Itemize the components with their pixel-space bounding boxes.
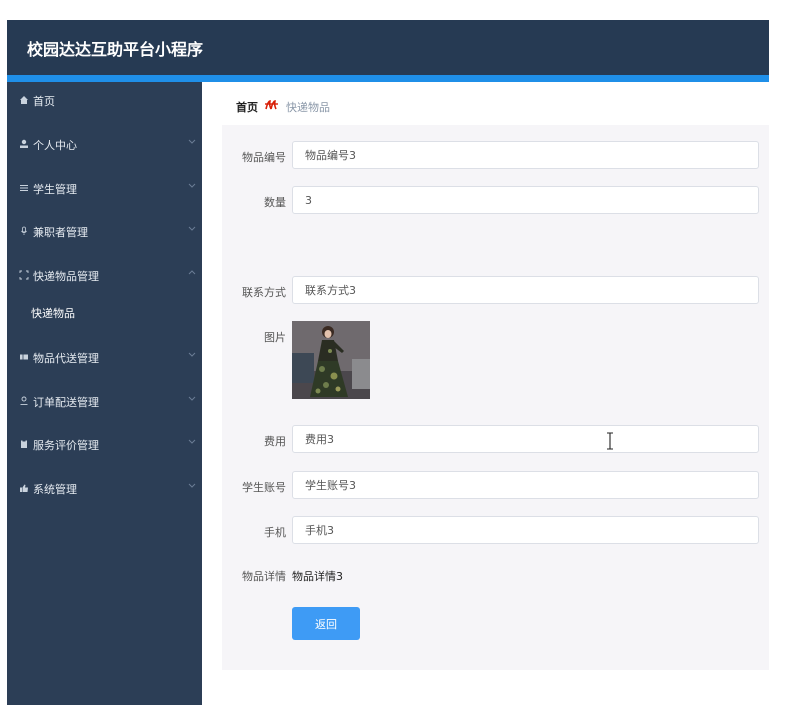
sidebar: 首页 个人中心 学生管理 兼职者管理 快递物品管理 快递物品 物品代送管理 订单…	[7, 82, 202, 705]
item-no-input[interactable]: 物品编号3	[292, 141, 759, 169]
home-icon	[19, 95, 33, 108]
list-icon	[19, 183, 33, 196]
sidebar-item-order-delivery-management[interactable]: 订单配送管理	[7, 387, 202, 417]
breadcrumb-separator-icon	[264, 99, 280, 115]
breadcrumb: 首页 快递物品	[222, 89, 769, 125]
sidebar-item-label: 系统管理	[33, 483, 77, 496]
mic-icon	[19, 226, 33, 239]
breadcrumb-home[interactable]: 首页	[236, 99, 258, 115]
text-cursor-icon	[605, 432, 615, 450]
fee-input[interactable]: 费用3	[292, 425, 759, 453]
top-header: 校园达达互助平台小程序	[7, 20, 769, 75]
sidebar-item-label: 个人中心	[33, 139, 77, 152]
chevron-down-icon	[188, 351, 198, 361]
frame-icon	[19, 270, 33, 283]
sidebar-item-service-review-management[interactable]: 服务评价管理	[7, 430, 202, 460]
sidebar-item-parttimer-management[interactable]: 兼职者管理	[7, 217, 202, 247]
chevron-down-icon	[188, 225, 198, 235]
chevron-down-icon	[188, 438, 198, 448]
student-account-input[interactable]: 学生账号3	[292, 471, 759, 499]
detail-form: 物品编号 物品编号3 数量 3 联系方式 联系方式3 图片 费用 费用3 学生账…	[222, 125, 769, 670]
main-content: 首页 快递物品 物品编号 物品编号3 数量 3 联系方式 联系方式3 图片 费用…	[202, 82, 769, 705]
app-window: 校园达达互助平台小程序 首页 个人中心 学生管理 兼职者管理 快递物品管理 快递…	[0, 0, 795, 705]
sidebar-item-label: 快递物品管理	[33, 270, 99, 283]
field-label: 物品详情	[242, 570, 286, 583]
sidebar-item-label: 订单配送管理	[33, 396, 99, 409]
sidebar-item-system-management[interactable]: 系统管理	[7, 474, 202, 504]
chevron-down-icon	[188, 138, 198, 148]
header-accent-strip	[7, 75, 769, 82]
field-label: 物品编号	[242, 151, 286, 164]
field-label: 费用	[264, 435, 286, 448]
app-title: 校园达达互助平台小程序	[27, 39, 204, 59]
chevron-up-icon	[188, 269, 198, 279]
chevron-down-icon	[188, 182, 198, 192]
contact-input[interactable]: 联系方式3	[292, 276, 759, 304]
ticket-icon	[19, 352, 33, 365]
sidebar-item-express-item-management[interactable]: 快递物品管理	[7, 261, 202, 291]
quantity-input[interactable]: 3	[292, 186, 759, 214]
sidebar-item-home[interactable]: 首页	[7, 86, 202, 116]
sidebar-item-label: 学生管理	[33, 183, 77, 196]
field-label: 学生账号	[242, 481, 286, 494]
sidebar-item-delivery-management[interactable]: 物品代送管理	[7, 343, 202, 373]
field-label: 手机	[264, 526, 286, 539]
phone-input[interactable]: 手机3	[292, 516, 759, 544]
sidebar-item-label: 首页	[33, 95, 55, 108]
chevron-down-icon	[188, 395, 198, 405]
clipboard-icon	[19, 439, 33, 452]
sidebar-item-label: 物品代送管理	[33, 352, 99, 365]
sidebar-subitem-express-items[interactable]: 快递物品	[7, 298, 202, 328]
sidebar-item-label: 服务评价管理	[33, 439, 99, 452]
sidebar-item-personal-center[interactable]: 个人中心	[7, 130, 202, 160]
field-label: 图片	[264, 331, 286, 344]
item-photo[interactable]	[292, 321, 370, 399]
item-detail-text: 物品详情3	[292, 570, 343, 583]
chevron-down-icon	[188, 482, 198, 492]
sidebar-item-student-management[interactable]: 学生管理	[7, 174, 202, 204]
sidebar-subitem-label: 快递物品	[31, 307, 75, 320]
person-icon	[19, 139, 33, 152]
sidebar-item-label: 兼职者管理	[33, 226, 88, 239]
field-label: 数量	[264, 196, 286, 209]
breadcrumb-current: 快递物品	[286, 101, 330, 114]
field-label: 联系方式	[242, 286, 286, 299]
thumb-icon	[19, 483, 33, 496]
back-button[interactable]: 返回	[292, 607, 360, 640]
user-icon	[19, 396, 33, 409]
